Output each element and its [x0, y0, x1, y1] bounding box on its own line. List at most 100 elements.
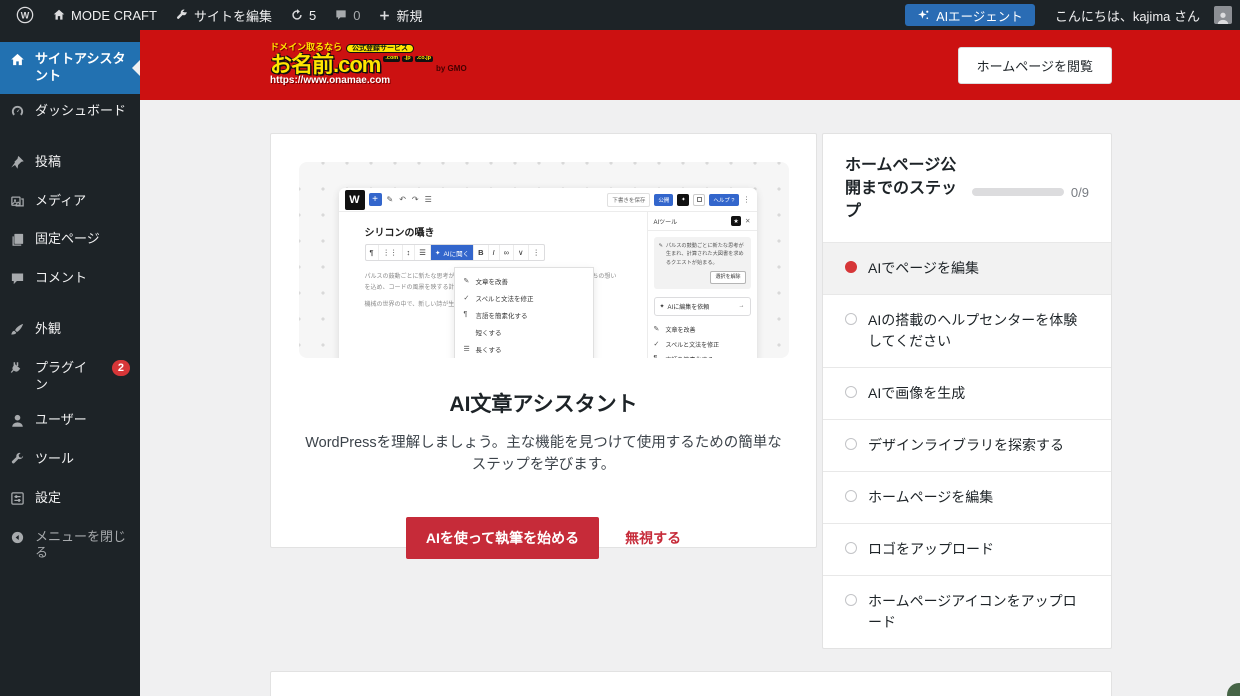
- plus-icon: [378, 9, 391, 22]
- quick-links-card: クイックリンク 新規固定ページを追加 プラグインを検索します ヘッダーを編集: [270, 671, 1112, 696]
- sidebar-item-comments[interactable]: コメント: [0, 261, 140, 300]
- view-homepage-button[interactable]: ホームページを閲覧: [958, 47, 1112, 84]
- sidebar-item-label: 固定ページ: [35, 231, 100, 248]
- sidebar-item-label: 投稿: [35, 154, 61, 171]
- svg-text:W: W: [21, 11, 30, 21]
- step-label: ホームページアイコンをアップロード: [868, 591, 1089, 633]
- media-icon: [10, 194, 26, 214]
- mock-redo-icon: ↷: [411, 195, 420, 204]
- sidebar-item-label: 設定: [35, 490, 61, 507]
- ai-agent-button[interactable]: AIエージェント: [905, 4, 1035, 26]
- updates-menu[interactable]: 5: [282, 0, 324, 30]
- step-status-icon: [845, 594, 857, 606]
- mock-block-toolbar: ¶⋮⋮↕☰ ✦AIに聞く BI∞∨⋮: [365, 244, 546, 261]
- plugin-icon: [10, 361, 26, 381]
- dashboard-icon: [10, 104, 26, 124]
- sidebar-item-plugins[interactable]: プラグイン 2: [0, 351, 140, 403]
- sidebar-item-label: ユーザー: [35, 412, 87, 429]
- comments-icon: [334, 8, 348, 22]
- pages-icon: [10, 232, 26, 252]
- logo-by-gmo: by GMO: [436, 65, 467, 73]
- updates-count: 5: [309, 8, 316, 23]
- ai-assistant-card: W + ✎ ↶ ↷ ☰ 下書きを保存 公開 ✦: [270, 133, 817, 548]
- step-edit-page-with-ai[interactable]: AIでページを編集: [823, 242, 1111, 294]
- sidebar-item-label: コメント: [35, 270, 87, 287]
- onamae-logo[interactable]: ドメイン取るなら 公式登録サービス お名前.com .com .jp .co.j…: [270, 43, 467, 86]
- editor-preview-image: W + ✎ ↶ ↷ ☰ 下書きを保存 公開 ✦: [299, 162, 789, 358]
- step-upload-site-icon[interactable]: ホームページアイコンをアップロード: [823, 575, 1111, 648]
- avatar[interactable]: [1214, 6, 1232, 24]
- logo-url: https://www.onamae.com: [270, 76, 467, 87]
- step-upload-logo[interactable]: ロゴをアップロード: [823, 523, 1111, 575]
- comment-icon: [10, 271, 26, 291]
- mock-ask-ai-row: ✦AIに編集を依頼→: [654, 297, 751, 316]
- content-area: W + ✎ ↶ ↷ ☰ 下書きを保存 公開 ✦: [140, 100, 1240, 696]
- wordpress-logo-icon[interactable]: W: [8, 0, 42, 30]
- admin-sidebar: サイトアシスタント ダッシュボード 投稿 メディア 固定ページ コメント 外観: [0, 30, 140, 696]
- sidebar-item-posts[interactable]: 投稿: [0, 145, 140, 184]
- sidebar-item-tools[interactable]: ツール: [0, 442, 140, 481]
- mock-undo-icon: ↶: [398, 195, 407, 204]
- new-content-menu[interactable]: 新規: [370, 0, 430, 30]
- mock-doc-title: シリコンの囁き: [365, 224, 435, 239]
- step-status-icon: [845, 313, 857, 325]
- sidebar-item-label: メディア: [35, 193, 86, 210]
- step-try-help-center[interactable]: AIの搭載のヘルプセンターを体験してください: [823, 294, 1111, 367]
- mock-ask-ai-button: ✦AIに聞く: [431, 245, 474, 260]
- user-greeting[interactable]: こんにちは、kajima さん: [1047, 6, 1208, 25]
- edit-site-menu[interactable]: サイトを編集: [167, 0, 280, 30]
- step-explore-design-library[interactable]: デザインライブラリを探索する: [823, 419, 1111, 471]
- mock-close-icon: ✕: [745, 217, 750, 225]
- step-label: ロゴをアップロード: [868, 539, 994, 560]
- step-status-icon: [845, 490, 857, 502]
- mock-more-icon: ⋮: [743, 195, 751, 204]
- brush-icon: [10, 322, 26, 342]
- mock-add-block-icon: +: [369, 193, 382, 206]
- sidebar-item-site-assistant[interactable]: サイトアシスタント: [0, 42, 140, 94]
- sidebar-collapse-menu[interactable]: メニューを閉じる: [0, 520, 140, 572]
- step-label: ホームページを編集: [868, 487, 993, 508]
- sidebar-separator: [0, 300, 140, 312]
- mock-ai-dropdown-menu: ✎文章を改善 ✓スペルと文法を修正 ¶言語を簡素化する 短くする ☰長くする あ…: [454, 267, 594, 358]
- sidebar-item-pages[interactable]: 固定ページ: [0, 222, 140, 261]
- step-status-icon: [845, 438, 857, 450]
- sidebar-item-label: 外観: [35, 321, 61, 338]
- plugins-update-badge: 2: [112, 360, 130, 376]
- mock-star-icon: ★: [731, 216, 741, 226]
- comments-menu[interactable]: 0: [326, 0, 368, 30]
- logo-tld-badges: .com .jp .co.jp: [383, 56, 433, 62]
- settings-icon: [10, 491, 26, 511]
- sidebar-item-dashboard[interactable]: ダッシュボード: [0, 94, 140, 133]
- sidebar-item-media[interactable]: メディア: [0, 184, 140, 223]
- new-label: 新規: [396, 6, 422, 25]
- steps-title: ホームページ公開までのステップ: [845, 154, 962, 224]
- mock-save-draft: 下書きを保存: [607, 193, 650, 207]
- hero-description: WordPressを理解しましょう。主な機能を見つけて使用するための簡単なステッ…: [304, 432, 784, 477]
- ai-agent-label: AIエージェント: [936, 6, 1023, 25]
- mock-help-button: ヘルプ ?: [709, 194, 738, 206]
- sidebar-separator: [0, 133, 140, 145]
- mock-editor-window: W + ✎ ↶ ↷ ☰ 下書きを保存 公開 ✦: [339, 188, 757, 358]
- step-edit-homepage[interactable]: ホームページを編集: [823, 471, 1111, 523]
- tools-icon: [175, 8, 189, 22]
- step-label: AIでページを編集: [868, 258, 979, 279]
- updates-icon: [290, 8, 304, 22]
- step-label: デザインライブラリを探索する: [868, 435, 1064, 456]
- admin-bar: W MODE CRAFT サイトを編集 5 0 新規 AIエージェント こんにち…: [0, 0, 1240, 30]
- dismiss-link[interactable]: 無視する: [625, 528, 681, 548]
- site-name: MODE CRAFT: [71, 8, 157, 23]
- start-writing-ai-button[interactable]: AIを使って執筆を始める: [406, 517, 599, 559]
- step-generate-images-ai[interactable]: AIで画像を生成: [823, 367, 1111, 419]
- site-name-menu[interactable]: MODE CRAFT: [44, 0, 165, 30]
- sidebar-item-label: サイトアシスタント: [35, 51, 130, 85]
- sidebar-item-settings[interactable]: 設定: [0, 481, 140, 520]
- ai-sparkle-icon: [917, 9, 930, 22]
- mock-ai-icon: ✦: [677, 194, 689, 206]
- page-title: AI文章アシスタント: [271, 388, 816, 418]
- pushpin-icon: [10, 155, 26, 175]
- launch-steps-panel: ホームページ公開までのステップ 0/9 AIでページを編集 AIの搭載のヘルプセ…: [822, 133, 1112, 649]
- step-status-icon: [845, 542, 857, 554]
- sidebar-item-users[interactable]: ユーザー: [0, 403, 140, 442]
- sidebar-item-label: ツール: [35, 451, 74, 468]
- sidebar-item-appearance[interactable]: 外観: [0, 312, 140, 351]
